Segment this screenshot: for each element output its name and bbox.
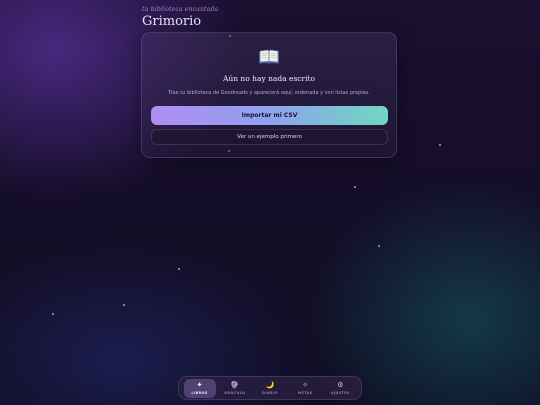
star-decoration [123, 304, 125, 306]
empty-state-description: Trae tu biblioteca de Goodreads y aparec… [168, 90, 370, 96]
tab-diario[interactable]: 🌙 DIARIO [254, 379, 286, 398]
tab-label: METAS [297, 391, 313, 395]
tab-ajustes[interactable]: ⚙ AJUSTES [324, 379, 356, 398]
star-icon: ✧ [302, 381, 309, 389]
import-csv-button[interactable]: Importar mi CSV [151, 106, 388, 125]
view-example-button[interactable]: Ver un ejemplo primero [151, 129, 388, 145]
star-decoration [439, 144, 441, 146]
open-book-icon [259, 49, 279, 64]
gear-icon: ⚙ [337, 381, 344, 389]
star-decoration [178, 268, 180, 270]
moon-icon: 🌙 [265, 381, 275, 389]
tab-libros[interactable]: ✦ LIBROS [183, 378, 216, 398]
star-decoration [378, 245, 380, 247]
bottom-tab-bar: ✦ LIBROS 🔮 ORÁCULO 🌙 DIARIO ✧ METAS ⚙ AJ… [178, 376, 362, 400]
star-decoration [354, 186, 356, 188]
page-eyebrow: tu biblioteca encantada [142, 6, 219, 13]
tab-label: ORÁCULO [224, 391, 246, 395]
page-title: Grimorio [142, 14, 202, 29]
sparkle-icon: ✦ [196, 381, 203, 389]
tab-metas[interactable]: ✧ METAS [289, 379, 321, 398]
crystal-ball-icon: 🔮 [230, 381, 240, 389]
empty-state-title: Aún no hay nada escrito [222, 74, 316, 83]
tab-label: DIARIO [262, 391, 278, 395]
tab-label: LIBROS [191, 391, 208, 395]
star-decoration [52, 313, 54, 315]
empty-state-card: Aún no hay nada escrito Trae tu bibliote… [141, 32, 397, 158]
tab-oraculo[interactable]: 🔮 ORÁCULO [219, 379, 251, 398]
page-header: tu biblioteca encantada Grimorio [142, 6, 218, 29]
tab-label: AJUSTES [330, 391, 350, 395]
